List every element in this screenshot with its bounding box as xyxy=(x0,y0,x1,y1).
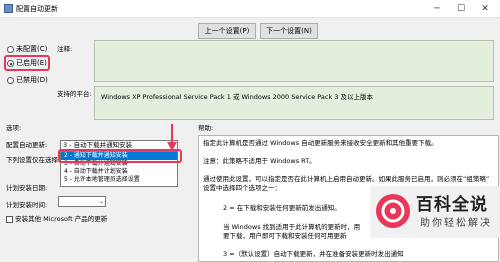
policy-icon xyxy=(4,4,13,13)
radio-circle[interactable] xyxy=(7,77,14,84)
watermark-subtitle: 助你轻松解决 xyxy=(420,218,492,229)
dropdown-item[interactable]: 5 - 允许本地管理员选择设置 xyxy=(61,176,177,184)
checkbox-box[interactable] xyxy=(6,215,13,223)
help-line: 通过使用此设置，可以指定是否在此计算机上启用自动更新。如果此服务已启用，则必须在… xyxy=(203,175,490,183)
pointer-arrow-icon xyxy=(167,124,177,151)
highlight-dropdown-item xyxy=(58,149,182,163)
close-button[interactable]: ✕ xyxy=(476,0,494,18)
comment-field[interactable] xyxy=(94,40,494,82)
other-products-checkbox[interactable]: 安装其他 Microsoft 产品的更新 xyxy=(6,215,107,223)
options-header: 选项: xyxy=(6,124,22,132)
configure-label: 配置自动更新: xyxy=(6,141,48,149)
radio-enabled[interactable]: 已启用(E) xyxy=(7,59,47,68)
chevron-down-icon[interactable]: ⌄ xyxy=(99,197,104,206)
watermark: 百科全说 助你轻松解决 xyxy=(370,186,500,238)
next-setting-button[interactable]: 下一个设置(N) xyxy=(260,23,318,39)
help-line: 指定此计算机是否通过 Windows 自动更新服务来接收安全更新和其他重要下载。 xyxy=(203,139,438,147)
help-line: 注意：此策略不适用于 Windows RT。 xyxy=(203,157,316,165)
baike-logo-icon xyxy=(376,194,410,228)
radio-label: 已禁用(D) xyxy=(16,76,48,84)
window-title: 配置自动更新 xyxy=(16,5,58,13)
supported-text: Windows XP Professional Service Pack 1 或… xyxy=(101,93,374,101)
install-day-label: 计划安装日期: xyxy=(6,184,48,192)
supported-label: 支持的平台: xyxy=(57,90,92,98)
radio-circle[interactable] xyxy=(7,60,14,67)
option-note-label: 下列设置仅在选择 xyxy=(6,156,58,164)
help-line: 2 = 在下载和安装任何更新前发出通知。 xyxy=(223,204,341,212)
radio-disabled[interactable]: 已禁用(D) xyxy=(7,76,48,85)
help-line: 设置中选择四个选项之一： xyxy=(203,184,281,192)
radio-label: 未配置(C) xyxy=(16,45,48,53)
supported-field: Windows XP Professional Service Pack 1 或… xyxy=(94,86,494,120)
help-line: 当 Windows 找到适用于此计算机的更新时，用 xyxy=(223,223,361,231)
radio-not-configured[interactable]: 未配置(C) xyxy=(7,45,47,54)
minimize-button[interactable]: ─ xyxy=(428,0,446,18)
install-time-label: 计划安装时间: xyxy=(6,201,48,209)
checkbox-label: 安装其他 Microsoft 产品的更新 xyxy=(15,215,108,223)
install-time-combo[interactable]: ⌄ xyxy=(58,196,106,207)
help-line: 3 =（默认设置）自动下载更新，并在准备安装更新时发出通知 xyxy=(223,250,404,258)
prev-setting-button[interactable]: 上一个设置(P) xyxy=(198,23,256,39)
radio-circle[interactable] xyxy=(7,46,14,53)
dropdown-item[interactable]: 4 - 自动下载并计划安装 xyxy=(61,168,177,176)
maximize-button[interactable]: ☐ xyxy=(452,0,470,18)
help-line: 要下载，用户即可下载和安装任何可用更新 xyxy=(223,232,347,240)
title-bar: 配置自动更新 ─ ☐ ✕ xyxy=(0,0,500,18)
combo-value: 3 - 自动下载并通知安装 xyxy=(63,141,133,149)
radio-label: 已启用(E) xyxy=(16,59,47,67)
comment-label: 注释: xyxy=(57,45,73,53)
help-header: 帮助: xyxy=(198,124,214,132)
watermark-title: 百科全说 xyxy=(416,195,488,215)
